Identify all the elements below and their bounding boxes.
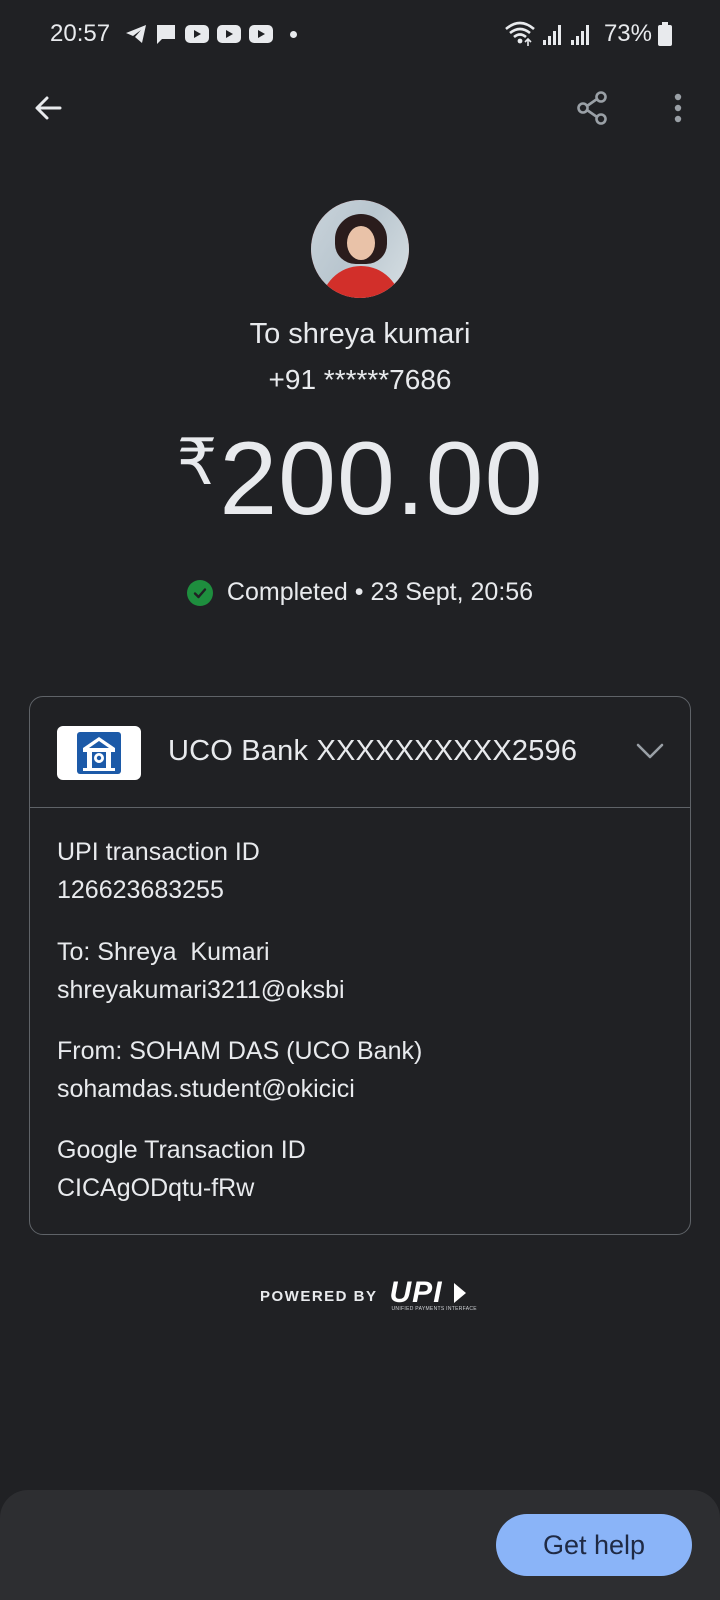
- to-account: To: Shreya Kumari shreyakumari3211@oksbi: [57, 933, 345, 1009]
- powered-by-upi: POWERED BY UPI UNIFIED PAYMENTS INTERFAC…: [260, 1276, 477, 1314]
- wifi-icon: [505, 21, 535, 46]
- detail-label: To: Shreya Kumari: [57, 938, 270, 966]
- chevron-down-icon: [636, 743, 664, 759]
- youtube-icon: [185, 25, 209, 43]
- share-button[interactable]: [570, 86, 614, 130]
- recipient-phone: +91 ******7686: [268, 364, 452, 395]
- battery-icon: [658, 22, 672, 46]
- detail-label: From: SOHAM DAS (UCO Bank): [57, 1037, 423, 1065]
- recipient-name: To shreya kumari: [249, 318, 471, 350]
- signal-icon: [542, 25, 561, 45]
- avatar: [311, 200, 409, 298]
- system-icons: 73%: [504, 20, 672, 48]
- chat-icon: [157, 25, 175, 44]
- detail-label: Google Transaction ID: [57, 1136, 306, 1164]
- status-bar: 20:57 73%: [0, 0, 720, 72]
- upi-logo: UPI UNIFIED PAYMENTS INTERFACE: [389, 1276, 477, 1312]
- notification-icons: [124, 22, 297, 46]
- detail-value[interactable]: sohamdas.student@okicici: [57, 1070, 422, 1108]
- get-help-button[interactable]: Get help: [496, 1514, 692, 1576]
- upi-transaction-id: UPI transaction ID 126623683255: [57, 833, 260, 909]
- bank-account-label: UCO Bank XXXXXXXXXX2596: [168, 735, 578, 767]
- share-icon: [577, 91, 607, 125]
- detail-value[interactable]: 126623683255: [57, 871, 260, 909]
- powered-by-text: POWERED BY: [260, 1287, 378, 1305]
- battery-percent: 73%: [603, 20, 652, 47]
- transaction-details-screen: 20:57 73% To shreya kumari +91 ******768…: [0, 0, 720, 1600]
- telegram-icon: [126, 25, 146, 43]
- dot-icon: [290, 30, 297, 38]
- transaction-details-card: UCO Bank XXXXXXXXXX2596 UPI transaction …: [29, 696, 691, 1235]
- status-text: Completed • 23 Sept, 20:56: [226, 578, 534, 606]
- from-account: From: SOHAM DAS (UCO Bank) sohamdas.stud…: [57, 1032, 422, 1108]
- uco-bank-logo: [57, 726, 141, 780]
- youtube-icon: [217, 25, 241, 43]
- expand-button[interactable]: [630, 731, 670, 771]
- currency-symbol: ₹: [176, 426, 218, 498]
- more-options-button[interactable]: [656, 86, 700, 130]
- detail-value[interactable]: shreyakumari3211@oksbi: [57, 971, 345, 1009]
- back-button[interactable]: [26, 86, 70, 130]
- check-circle-icon: [186, 579, 213, 606]
- amount-value: 200.00: [219, 421, 544, 537]
- bank-account-row[interactable]: UCO Bank XXXXXXXXXX2596: [30, 697, 690, 808]
- bottom-action-bar: Get help: [0, 1490, 720, 1600]
- google-transaction-id: Google Transaction ID CICAgODqtu-fRw: [57, 1131, 306, 1207]
- payment-status: Completed • 23 Sept, 20:56: [0, 578, 720, 607]
- status-time: 20:57: [50, 20, 111, 47]
- youtube-icon: [249, 25, 273, 43]
- signal-icon: [570, 25, 589, 45]
- detail-label: UPI transaction ID: [57, 838, 260, 866]
- arrow-back-icon: [35, 96, 62, 120]
- more-vert-icon: [674, 93, 682, 123]
- detail-value[interactable]: CICAgODqtu-fRw: [57, 1169, 306, 1207]
- payment-amount: ₹200.00: [0, 420, 720, 539]
